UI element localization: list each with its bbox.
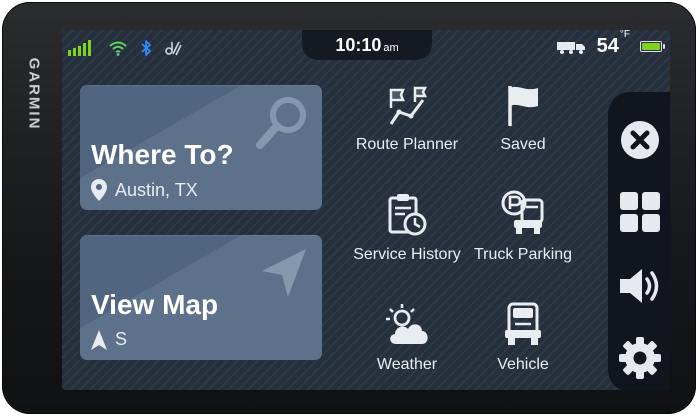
- app-service-history-label: Service History: [353, 246, 461, 263]
- app-route-planner-label: Route Planner: [355, 136, 459, 153]
- device-bezel: GARMIN 10:10 am 54 °F Where To? Austin, …: [2, 2, 696, 414]
- flag-icon: [508, 86, 538, 126]
- battery-icon: [640, 41, 665, 52]
- wifi-icon: [109, 41, 127, 56]
- where-to-title: Where To?: [91, 139, 234, 170]
- view-map-title: View Map: [91, 289, 219, 320]
- data-link-icon: [165, 41, 182, 56]
- where-to-card[interactable]: Where To? Austin, TX: [80, 85, 322, 210]
- route-planner-icon: [389, 86, 428, 125]
- app-weather[interactable]: Weather: [346, 290, 468, 390]
- app-saved-label: Saved: [500, 136, 546, 153]
- screen: 10:10 am 54 °F Where To? Austin, TX View…: [62, 30, 670, 390]
- clock-time: 10:10: [335, 34, 382, 55]
- temperature-value: 54: [596, 35, 619, 57]
- clock-ampm: am: [383, 41, 399, 54]
- heading-arrow-icon: [91, 329, 107, 350]
- status-bar: 10:10 am 54 °F: [62, 30, 670, 64]
- volume-icon: [620, 269, 659, 303]
- app-truck-parking[interactable]: Truck Parking: [462, 180, 584, 280]
- apps-button[interactable]: [614, 186, 666, 238]
- temperature: 54 °F: [596, 30, 630, 58]
- signal-bars-icon: [68, 40, 91, 56]
- app-vehicle-label: Vehicle: [497, 356, 549, 373]
- side-panel: [608, 92, 670, 390]
- brand-logo: GARMIN: [22, 44, 46, 144]
- navigation-arrow-icon: [262, 249, 306, 297]
- app-weather-label: Weather: [376, 356, 438, 373]
- app-service-history[interactable]: Service History: [346, 180, 468, 280]
- settings-button[interactable]: [614, 332, 666, 384]
- apps-grid-icon: [620, 192, 660, 232]
- close-button[interactable]: [614, 114, 666, 166]
- temperature-unit: °F: [619, 30, 630, 40]
- bluetooth-icon: [141, 40, 151, 56]
- truck-icon: [556, 41, 585, 54]
- truck-parking-icon: [501, 190, 544, 234]
- app-vehicle[interactable]: Vehicle: [462, 290, 584, 390]
- where-to-location: Austin, TX: [91, 179, 198, 201]
- where-to-location-text: Austin, TX: [115, 179, 198, 200]
- brand-text: GARMIN: [25, 57, 43, 131]
- weather-icon: [386, 304, 428, 344]
- app-route-planner[interactable]: Route Planner: [346, 70, 468, 170]
- clock[interactable]: 10:10 am: [302, 30, 432, 60]
- app-truck-parking-label: Truck Parking: [473, 246, 573, 263]
- app-saved[interactable]: Saved: [462, 70, 584, 170]
- location-pin-icon: [91, 179, 107, 201]
- status-icons-left: [68, 39, 182, 57]
- status-icons-right: 54 °F: [556, 30, 665, 58]
- clipboard-clock-icon: [388, 194, 427, 236]
- view-map-card[interactable]: View Map S: [80, 235, 322, 360]
- close-icon: [621, 121, 659, 159]
- vehicle-icon: [505, 302, 541, 345]
- volume-button[interactable]: [614, 260, 666, 312]
- view-map-heading: S: [91, 329, 127, 350]
- battery-fill: [642, 43, 660, 50]
- gear-icon: [619, 337, 661, 379]
- search-icon: [256, 97, 306, 149]
- view-map-heading-text: S: [115, 329, 128, 349]
